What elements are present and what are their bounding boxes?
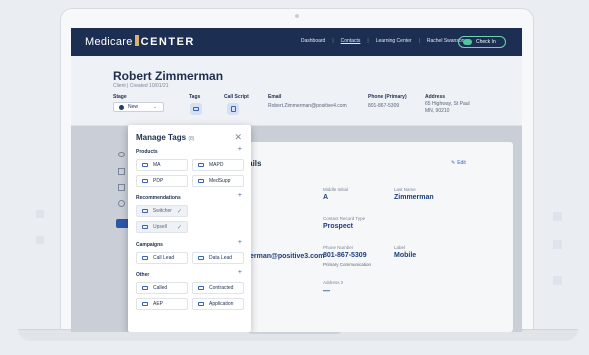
tag-application[interactable]: Application — [192, 298, 244, 310]
tags-button[interactable] — [190, 103, 202, 115]
phone-value[interactable]: 801-867-5309 — [368, 103, 399, 109]
decor-square — [553, 276, 562, 285]
middle-initial-label: Middle Initial — [323, 187, 349, 192]
details-card — [227, 142, 513, 332]
label-value: Mobile — [394, 252, 417, 259]
check-icon: ✓ — [176, 208, 182, 215]
check-icon: ✓ — [176, 224, 182, 231]
camera-dot — [295, 14, 299, 18]
campaigns-heading: Campaigns — [136, 242, 163, 248]
contact-type-value: Prospect — [323, 223, 353, 230]
top-nav: Medicare CENTER Dashboard | Contacts | Le… — [71, 28, 522, 56]
address2-value: — — [323, 288, 330, 295]
logo[interactable]: Medicare CENTER — [85, 35, 195, 48]
email-value[interactable]: Robert.Zimmerman@positive4.com — [268, 103, 347, 109]
middle-initial-value: A — [323, 194, 329, 201]
manage-tags-modal: Manage Tags (8) ✕ Products + MA MAPD PDP… — [128, 125, 251, 332]
toggle-icon — [463, 39, 472, 45]
tag-icon — [142, 225, 148, 229]
decor-square — [36, 210, 44, 218]
phone-number-label: Phone Number — [323, 245, 354, 250]
add-other-icon[interactable]: + — [238, 269, 242, 276]
add-campaign-icon[interactable]: + — [238, 239, 242, 246]
tag-icon — [198, 302, 204, 306]
tag-upsell[interactable]: Upsell ✓ — [136, 221, 188, 233]
tags-label: Tags — [189, 94, 201, 100]
tag-mapd[interactable]: MAPD — [192, 159, 244, 171]
decor-square — [553, 240, 562, 249]
client-sub: Client | Created 10/01/21 — [113, 83, 169, 89]
recommendations-heading: Recommendations — [136, 195, 181, 201]
client-name: Robert Zimmerman — [113, 69, 224, 83]
tag-icon — [142, 302, 148, 306]
other-heading: Other — [136, 272, 150, 278]
stage-label: Stage — [113, 94, 127, 100]
check-in-toggle[interactable]: Check In — [458, 36, 506, 48]
tag-pdp[interactable]: PDP — [136, 175, 188, 187]
document-icon — [230, 106, 236, 112]
call-script-button[interactable] — [227, 103, 239, 115]
address-line2: MN, 90210 — [425, 108, 450, 114]
email-label: Email — [268, 94, 282, 100]
address-line1: 65 Highway, St Paul — [425, 101, 470, 107]
stage-dot-icon — [119, 104, 124, 110]
tag-ma[interactable]: MA — [136, 159, 188, 171]
address-label: Address — [425, 94, 446, 100]
phone-sub: Primary Communication — [323, 262, 372, 267]
nav-learning-center[interactable]: Learning Center — [376, 38, 412, 44]
tag-contracted[interactable]: Contracted — [192, 282, 244, 294]
close-icon[interactable]: ✕ — [234, 132, 242, 143]
tag-icon — [142, 179, 148, 183]
stage-select[interactable]: New ⌄ — [113, 102, 164, 112]
nav-links: Dashboard | Contacts | Learning Center |… — [301, 38, 470, 44]
tag-icon — [142, 286, 148, 290]
add-product-icon[interactable]: + — [238, 146, 242, 153]
grid-icon[interactable] — [118, 168, 125, 175]
tag-icon — [193, 107, 199, 111]
eye-icon[interactable] — [118, 152, 125, 157]
tag-icon — [142, 163, 148, 167]
email-partial: erman@positive3.com — [250, 253, 325, 260]
tag-data-lead[interactable]: Data Lead — [192, 252, 244, 264]
tag-icon — [142, 209, 148, 213]
tag-aep[interactable]: AEP — [136, 298, 188, 310]
last-name-label: Last Name — [394, 187, 416, 192]
phone-number-value: 801-867-5309 — [323, 252, 367, 259]
label-label: Label — [394, 245, 406, 250]
client-header: Robert Zimmerman Client | Created 10/01/… — [71, 56, 522, 126]
nav-contacts[interactable]: Contacts — [341, 38, 361, 44]
pencil-icon: ✎ — [451, 160, 456, 166]
products-heading: Products — [136, 149, 158, 155]
tag-icon — [198, 256, 204, 260]
edit-icon[interactable] — [118, 184, 125, 191]
decor-square — [553, 212, 562, 221]
gear-icon[interactable] — [118, 200, 125, 207]
address2-label: Address 2 — [323, 280, 344, 285]
tag-medsupp[interactable]: MedSupp — [192, 175, 244, 187]
decor-square — [36, 236, 44, 244]
tag-called[interactable]: Called — [136, 282, 188, 294]
chevron-down-icon: ⌄ — [152, 104, 157, 110]
last-name-value: Zimmerman — [394, 194, 434, 201]
call-script-label: Call Script — [224, 94, 249, 100]
modal-title: Manage Tags (8) — [136, 133, 195, 142]
add-recommendation-icon[interactable]: + — [238, 192, 242, 199]
contact-type-label: Contact Record Type — [323, 216, 366, 221]
tag-icon — [142, 256, 148, 260]
tag-switcher[interactable]: Switcher ✓ — [136, 205, 188, 217]
tag-icon — [198, 286, 204, 290]
tag-icon — [198, 179, 204, 183]
tag-call-lead[interactable]: Call Lead — [136, 252, 188, 264]
nav-dashboard[interactable]: Dashboard — [301, 38, 325, 44]
app-screen: Medicare CENTER Dashboard | Contacts | Le… — [71, 28, 522, 332]
tag-icon — [198, 163, 204, 167]
phone-label: Phone (Primary) — [368, 94, 407, 100]
edit-button[interactable]: ✎ Edit — [451, 160, 466, 166]
